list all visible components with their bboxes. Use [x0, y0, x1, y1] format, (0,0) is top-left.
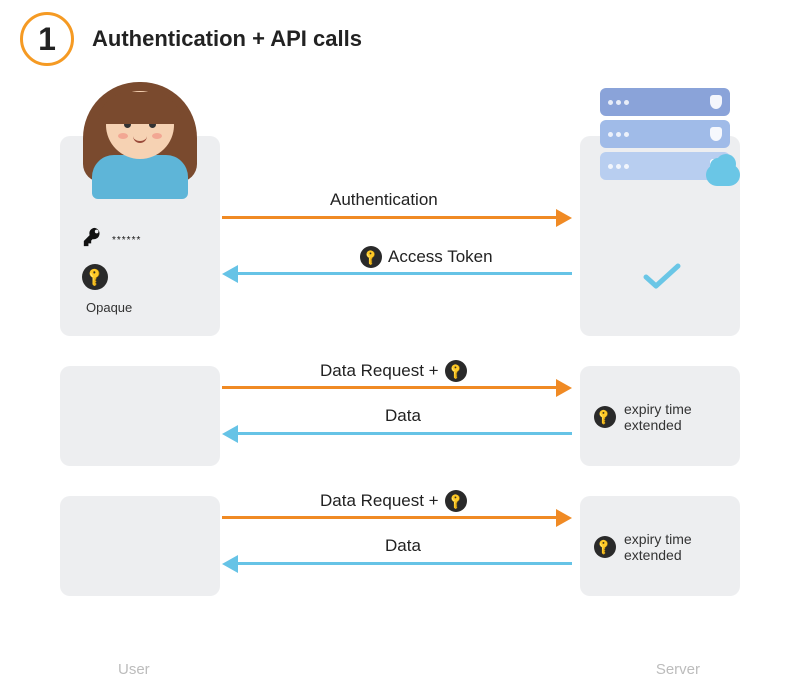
flow-arrow-4 [222, 432, 572, 435]
flow-arrow-5 [222, 516, 572, 519]
token-icon: 🔑 [360, 246, 382, 268]
step-number-badge: 1 [20, 12, 74, 66]
user-card-request-1 [60, 366, 220, 466]
diagram-title: Authentication + API calls [92, 26, 362, 52]
checkmark-icon [642, 261, 682, 291]
server-card-auth [580, 136, 740, 336]
flow-arrow-3 [222, 386, 572, 389]
token-icon: 🔑 [445, 490, 467, 512]
server-stack-icon [600, 88, 730, 180]
cloud-icon [706, 164, 740, 186]
server-annotation-1: 🔑 expiry time extended [594, 401, 714, 433]
user-card-request-2 [60, 496, 220, 596]
token-type-label: Opaque [86, 300, 220, 315]
token-icon: 🔑 [594, 536, 616, 558]
flow-label-4: Data [385, 406, 421, 426]
user-card-auth: ****** 🔑 Opaque [60, 136, 220, 336]
flow-arrow-6 [222, 562, 572, 565]
token-icon: 🔑 [82, 264, 108, 290]
user-avatar [70, 86, 210, 226]
flow-label-2: 🔑Access Token [360, 246, 493, 268]
server-annotation-2: 🔑 expiry time extended [594, 531, 714, 563]
flow-label-1: Authentication [330, 190, 438, 210]
diagram-canvas: ****** 🔑 Opaque 🔑 expiry time extend [0, 66, 790, 686]
token-icon: 🔑 [594, 406, 616, 428]
flow-label-5: Data Request +🔑 [320, 490, 467, 512]
flow-arrow-1 [222, 216, 572, 219]
token-icon: 🔑 [445, 360, 467, 382]
flow-arrow-2 [222, 272, 572, 275]
flow-label-3: Data Request +🔑 [320, 360, 467, 382]
user-column-label: User [118, 661, 150, 678]
key-icon [82, 226, 104, 254]
flow-label-6: Data [385, 536, 421, 556]
password-mask: ****** [112, 235, 141, 246]
server-column-label: Server [656, 661, 700, 678]
